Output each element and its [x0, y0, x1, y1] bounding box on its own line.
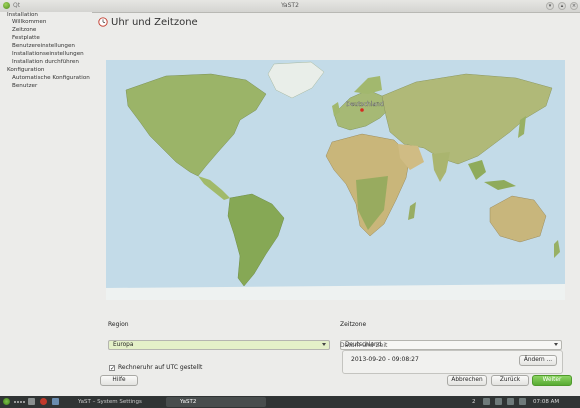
timezone-label: Zeitzone	[340, 321, 367, 328]
sidebar-item-benutzereinstellungen: Benutzereinstellungen	[12, 43, 75, 49]
volume-icon[interactable]	[495, 398, 502, 405]
world-map-graphic[interactable]: Deutschland	[106, 60, 565, 300]
desktop-icon[interactable]	[28, 398, 35, 405]
cancel-button[interactable]: Abbrechen	[447, 375, 487, 386]
taskbar: YaST – System Settings YaST2 2 07:08 AM	[0, 396, 580, 408]
sidebar-item-konfiguration: Konfiguration	[7, 67, 45, 73]
utc-label: Rechneruhr auf UTC gestellt	[118, 364, 203, 371]
sidebar-item-festplatte: Festplatte	[12, 35, 40, 41]
region-value: Europa	[113, 342, 134, 348]
network-icon[interactable]	[483, 398, 490, 405]
task-yast-system-settings[interactable]: YaST – System Settings	[64, 397, 164, 407]
sidebar-item-installation-durchfuehren: Installation durchführen	[12, 59, 79, 65]
datetime-value: 2013-09-20 - 09:08:27	[351, 356, 419, 363]
sidebar-item-benutzer: Benutzer	[12, 83, 38, 89]
taskbar-clock[interactable]: 07:08 AM	[533, 397, 559, 407]
selected-timezone-marker	[360, 108, 364, 112]
notifications-icon[interactable]	[507, 398, 514, 405]
window-title: YaST2	[281, 2, 299, 9]
sidebar-item-zeitzone: Zeitzone	[12, 27, 37, 33]
sidebar-item-willkommen: Willkommen	[12, 19, 47, 25]
chevron-down-icon	[322, 343, 326, 346]
change-datetime-button[interactable]: Ändern ...	[519, 355, 557, 366]
map-marker-label: Deutschland	[346, 101, 384, 108]
sidebar-item-installationseinstellungen: Installationseinstellungen	[12, 51, 84, 57]
sidebar-item-installation: Installation	[7, 12, 38, 18]
maximize-icon[interactable]: ▴	[558, 2, 566, 10]
main-content: Uhr und Zeitzone Deutschland Region Euro…	[92, 12, 580, 380]
datetime-label: Datum und Zeit	[340, 342, 388, 349]
timezone-world-map[interactable]: Deutschland	[106, 60, 565, 300]
utc-checkbox[interactable]: ✓	[109, 365, 115, 372]
pager-icon[interactable]	[14, 397, 26, 407]
region-select[interactable]: Europa	[108, 340, 330, 350]
start-menu-icon[interactable]	[3, 398, 10, 405]
sidebar-item-automatische-konfiguration: Automatische Konfiguration	[12, 75, 90, 81]
region-label: Region	[108, 321, 129, 328]
workspace-indicator[interactable]: 2	[472, 397, 476, 407]
clock-icon	[98, 17, 108, 27]
browser-icon[interactable]	[40, 398, 47, 405]
battery-icon[interactable]	[519, 398, 526, 405]
close-icon[interactable]: ×	[570, 2, 578, 10]
files-icon[interactable]	[52, 398, 59, 405]
chevron-down-icon	[554, 343, 558, 346]
help-button[interactable]: Hilfe	[100, 375, 138, 386]
task-yast2[interactable]: YaST2	[166, 397, 266, 407]
datetime-box: 2013-09-20 - 09:08:27 Ändern ...	[342, 350, 563, 374]
minimize-icon[interactable]: ▾	[546, 2, 554, 10]
back-button[interactable]: Zurück	[491, 375, 529, 386]
page-title: Uhr und Zeitzone	[111, 17, 198, 28]
installation-steps-sidebar: Installation Willkommen Zeitzone Festpla…	[0, 12, 92, 380]
next-button[interactable]: Weiter	[532, 375, 572, 386]
